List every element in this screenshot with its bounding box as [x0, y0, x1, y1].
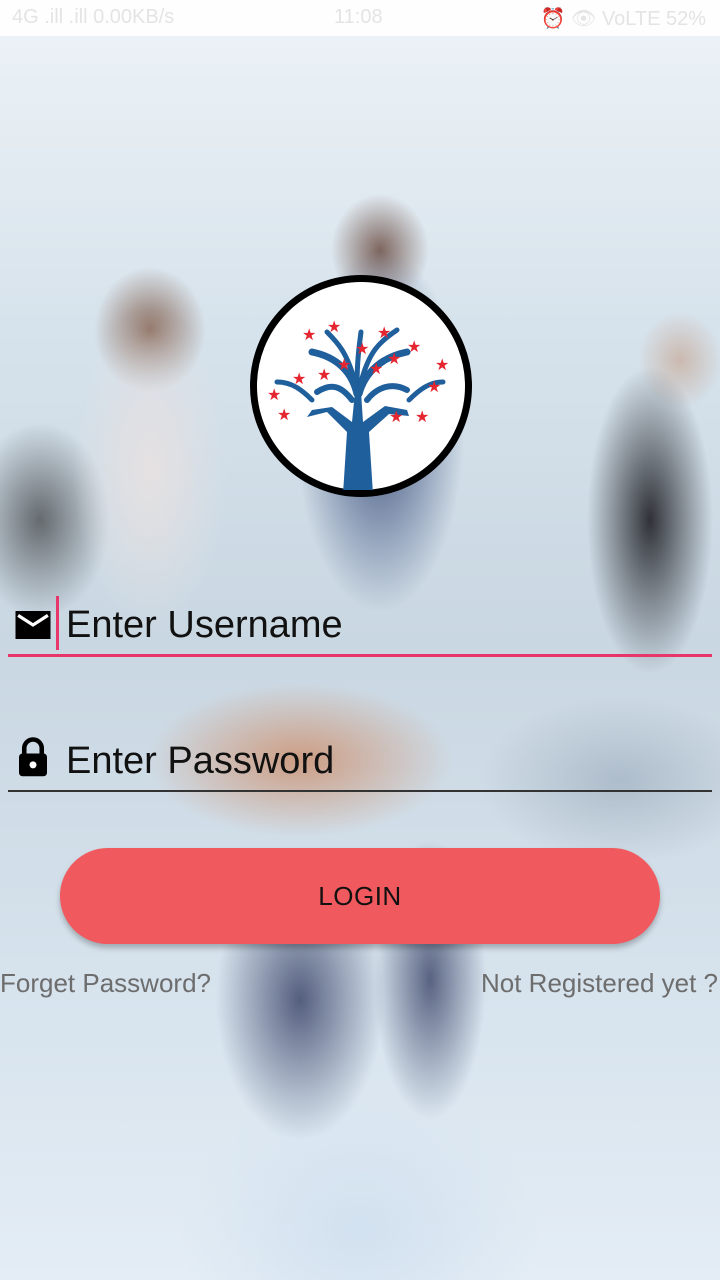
text-cursor: [56, 596, 59, 650]
svg-text:★: ★: [377, 323, 391, 342]
status-indicators: ⏰ 👁 VoLTE 52%: [540, 8, 706, 30]
svg-text:★: ★: [407, 337, 421, 356]
username-field[interactable]: Enter Username: [8, 590, 712, 660]
svg-text:★: ★: [267, 385, 281, 404]
forget-password-link[interactable]: Forget Password?: [0, 968, 211, 999]
login-button[interactable]: LOGIN: [60, 848, 660, 944]
svg-text:★: ★: [337, 355, 351, 374]
status-network: 4G .ill .ill 0.00KB/s: [12, 6, 175, 28]
svg-text:★: ★: [387, 349, 401, 368]
svg-text:★: ★: [302, 325, 316, 344]
svg-text:★: ★: [369, 359, 383, 378]
svg-text:★: ★: [327, 317, 341, 336]
app-logo: ★ ★ ★ ★ ★ ★ ★ ★ ★ ★ ★ ★ ★ ★ ★ ★: [250, 275, 472, 497]
email-icon: [15, 611, 51, 639]
username-placeholder: Enter Username: [66, 604, 343, 646]
password-underline: [8, 790, 712, 792]
logo-tree-icon: ★ ★ ★ ★ ★ ★ ★ ★ ★ ★ ★ ★ ★ ★ ★ ★: [267, 317, 449, 494]
svg-text:★: ★: [389, 407, 403, 426]
svg-text:★: ★: [292, 369, 306, 388]
svg-text:★: ★: [317, 365, 331, 384]
password-field[interactable]: Enter Password: [8, 728, 712, 798]
status-bar: 4G .ill .ill 0.00KB/s 11:08 ⏰ 👁 VoLTE 52…: [0, 0, 720, 36]
svg-text:★: ★: [277, 405, 291, 424]
svg-text:★: ★: [415, 407, 429, 426]
svg-text:★: ★: [435, 355, 449, 374]
password-placeholder: Enter Password: [66, 740, 335, 782]
svg-text:★: ★: [427, 377, 441, 396]
lock-icon: [19, 737, 47, 777]
svg-text:★: ★: [355, 339, 369, 358]
username-underline: [8, 654, 712, 657]
status-time: 11:08: [334, 6, 383, 28]
register-link[interactable]: Not Registered yet ?: [481, 968, 718, 999]
